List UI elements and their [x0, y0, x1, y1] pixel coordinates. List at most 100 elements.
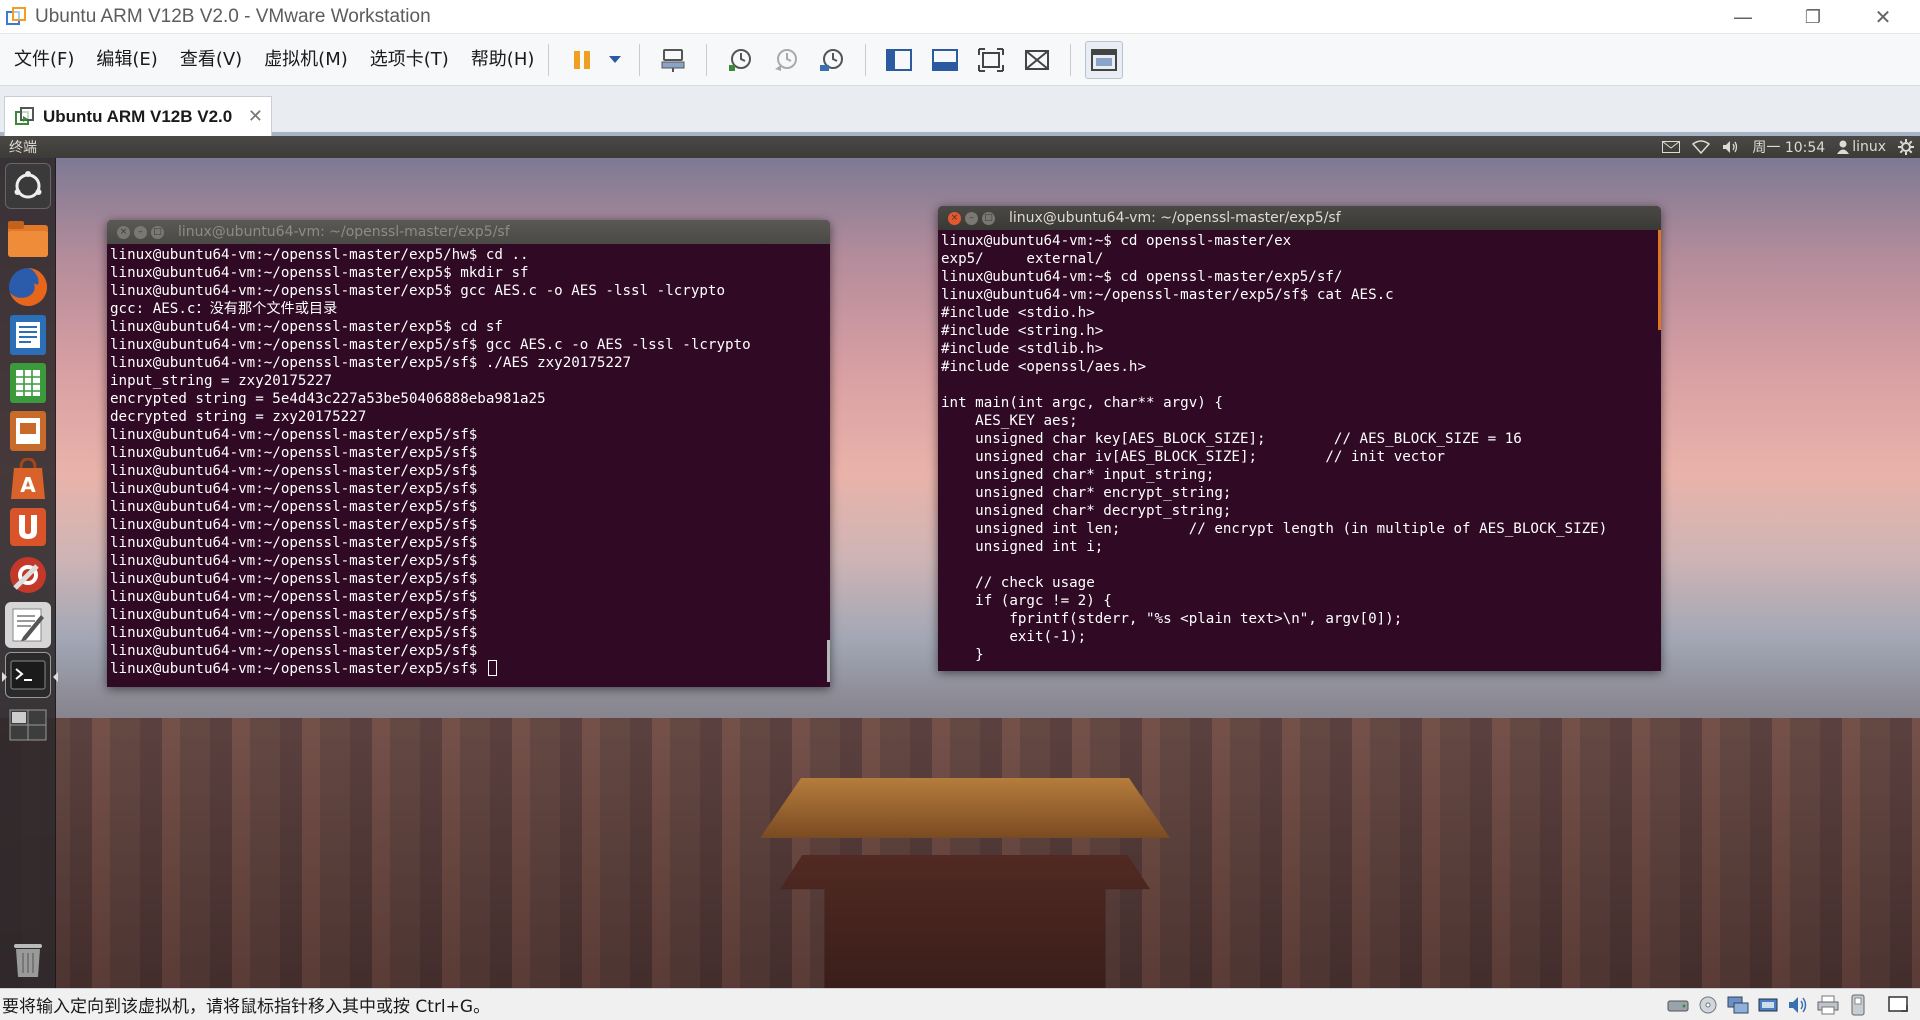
launcher-libreoffice-calc[interactable] [5, 360, 51, 406]
workspace-switcher-icon [9, 709, 47, 741]
show-library-button[interactable] [880, 41, 918, 79]
launcher-dash-home[interactable] [5, 163, 51, 209]
terminal-right-titlebar[interactable]: × – □ linux@ubuntu64-vm: ~/openssl-maste… [938, 206, 1661, 230]
message-log-icon[interactable] [1886, 994, 1910, 1016]
panel-app-name: 终端 [9, 140, 37, 156]
launcher-text-editor[interactable] [5, 602, 51, 648]
full-screen-button[interactable] [972, 41, 1010, 79]
mail-icon[interactable] [1662, 141, 1681, 153]
terminal-line: linux@ubuntu64-vm:~/openssl-master/exp5/… [110, 625, 478, 641]
terminal-left-close-button[interactable]: × [117, 225, 130, 239]
menu-file[interactable]: 文件(F) [6, 42, 82, 78]
panel-user[interactable]: linux [1837, 139, 1886, 155]
vm-tab-strip: Ubuntu ARM V12B V2.0 ✕ [0, 86, 1920, 136]
cd-drive-icon[interactable] [1696, 994, 1720, 1016]
minimize-button[interactable]: — [1712, 0, 1774, 34]
launcher-firefox[interactable] [5, 264, 51, 310]
menu-vm[interactable]: 虚拟机(M) [256, 42, 356, 78]
restore-button[interactable]: ❐ [1782, 0, 1844, 34]
terminal-line: } [941, 647, 984, 663]
firefox-icon [9, 267, 48, 306]
terminal-left-titlebar[interactable]: × – □ linux@ubuntu64-vm: ~/openssl-maste… [107, 220, 830, 244]
vmware-status-bar: 要将输入定向到该虚拟机，请将鼠标指针移入其中或按 Ctrl+G。 [0, 988, 1920, 1020]
terminal-left-minimize-button[interactable]: – [134, 225, 147, 239]
send-ctrl-alt-del-button[interactable] [654, 41, 692, 79]
terminal-line: linux@ubuntu64-vm:~/openssl-master/exp5/… [110, 535, 478, 551]
display-icon[interactable] [1846, 994, 1870, 1016]
menu-edit[interactable]: 编辑(E) [88, 42, 165, 78]
tab-ubuntu-arm[interactable]: Ubuntu ARM V12B V2.0 ✕ [4, 96, 272, 136]
console-view-icon [932, 48, 959, 71]
revert-snapshot-button[interactable] [767, 41, 805, 79]
terminal-line: linux@ubuntu64-vm:~/openssl-master/exp5/… [110, 445, 478, 461]
launcher-trash[interactable] [5, 936, 51, 982]
toolbar-separator [865, 43, 867, 76]
menu-tabs[interactable]: 选项卡(T) [362, 42, 457, 78]
guest-display[interactable]: 终端 周一 10:54 linux A × – □ linux@ubuntu64… [0, 136, 1920, 988]
terminal-window-right[interactable]: × – □ linux@ubuntu64-vm: ~/openssl-maste… [938, 206, 1661, 671]
terminal-prompt-line[interactable]: linux@ubuntu64-vm:~/openssl-master/exp5/… [110, 660, 827, 678]
vm-tab-icon [15, 106, 34, 125]
launcher-terminal[interactable] [2, 652, 58, 698]
library-icon [886, 48, 913, 71]
launcher-workspace-switcher[interactable] [5, 702, 51, 748]
menu-view[interactable]: 查看(V) [172, 42, 250, 78]
hard-disk-icon[interactable] [1666, 994, 1690, 1016]
pause-button[interactable] [563, 41, 601, 79]
terminal-line: AES_KEY aes; [941, 413, 1078, 429]
terminal-line: unsigned char* decrypt_string; [941, 503, 1232, 519]
launcher-ubuntu-one[interactable] [5, 504, 51, 550]
terminal-line: linux@ubuntu64-vm:~$ cd openssl-master/e… [941, 269, 1343, 285]
take-snapshot-button[interactable] [721, 41, 759, 79]
launcher-libreoffice-writer[interactable] [5, 312, 51, 358]
send-ctrl-alt-del-icon [661, 48, 685, 72]
terminal-line: unsigned char iv[AES_BLOCK_SIZE]; // ini… [941, 449, 1445, 465]
terminal-line: // check usage [941, 575, 1095, 591]
terminal-left-output[interactable]: linux@ubuntu64-vm:~/openssl-master/exp5/… [107, 244, 830, 680]
printer-icon[interactable] [1816, 994, 1840, 1016]
sound-card-icon[interactable] [1786, 994, 1810, 1016]
terminal-line: #include <openssl/aes.h> [941, 359, 1146, 375]
menu-help[interactable]: 帮助(H) [463, 42, 543, 78]
close-window-button[interactable]: ✕ [1852, 0, 1914, 34]
terminal-prompt: linux@ubuntu64-vm:~/openssl-master/exp5/… [110, 661, 486, 677]
terminal-right-minimize-button[interactable]: – [965, 211, 978, 225]
power-dropdown-button[interactable] [605, 41, 625, 79]
unity-button[interactable] [1018, 41, 1056, 79]
usb-controller-icon[interactable] [1756, 994, 1780, 1016]
terminal-right-scrollbar[interactable] [1658, 230, 1661, 330]
ubuntu-top-panel: 终端 周一 10:54 linux [0, 136, 1920, 158]
console-view-button[interactable] [926, 41, 964, 79]
launcher-system-settings[interactable] [5, 552, 51, 598]
snapshot-manager-button[interactable] [813, 41, 851, 79]
terminal-right-maximize-button[interactable]: □ [982, 211, 995, 225]
settings-icon [10, 557, 46, 593]
terminal-window-left[interactable]: × – □ linux@ubuntu64-vm: ~/openssl-maste… [107, 220, 830, 687]
terminal-line: exit(-1); [941, 629, 1087, 645]
focus-indicator [53, 672, 58, 682]
terminal-line: linux@ubuntu64-vm:~/openssl-master/exp5/… [110, 517, 478, 533]
terminal-line: linux@ubuntu64-vm:~/openssl-master/exp5/… [110, 499, 478, 515]
terminal-line: linux@ubuntu64-vm:~/openssl-master/exp5/… [110, 355, 632, 371]
writer-icon [10, 315, 46, 355]
thumbnail-view-button[interactable] [1085, 40, 1124, 79]
session-gear-icon[interactable] [1898, 139, 1914, 155]
panel-user-name: linux [1852, 139, 1886, 155]
terminal-right-output[interactable]: linux@ubuntu64-vm:~$ cd openssl-master/e… [938, 230, 1661, 666]
terminal-left-scrollbar[interactable] [827, 640, 830, 682]
terminal-right-close-button[interactable]: × [948, 211, 961, 225]
volume-icon[interactable] [1722, 140, 1740, 154]
terminal-line: linux@ubuntu64-vm:~/openssl-master/exp5/… [110, 643, 478, 659]
network-icon[interactable] [1692, 140, 1711, 154]
network-adapter-icon[interactable] [1726, 994, 1750, 1016]
panel-clock[interactable]: 周一 10:54 [1752, 137, 1825, 157]
wallpaper-palace-roof [760, 778, 1170, 838]
launcher-libreoffice-impress[interactable] [5, 408, 51, 454]
terminal-line: linux@ubuntu64-vm:~/openssl-master/exp5/… [110, 337, 751, 353]
launcher-software-center[interactable]: A [5, 456, 51, 502]
launcher-files[interactable] [5, 216, 51, 262]
tab-close-icon[interactable]: ✕ [248, 106, 263, 127]
terminal-left-maximize-button[interactable]: □ [151, 225, 164, 239]
panel-indicators: 周一 10:54 linux [1662, 136, 1914, 158]
terminal-icon [10, 660, 46, 690]
